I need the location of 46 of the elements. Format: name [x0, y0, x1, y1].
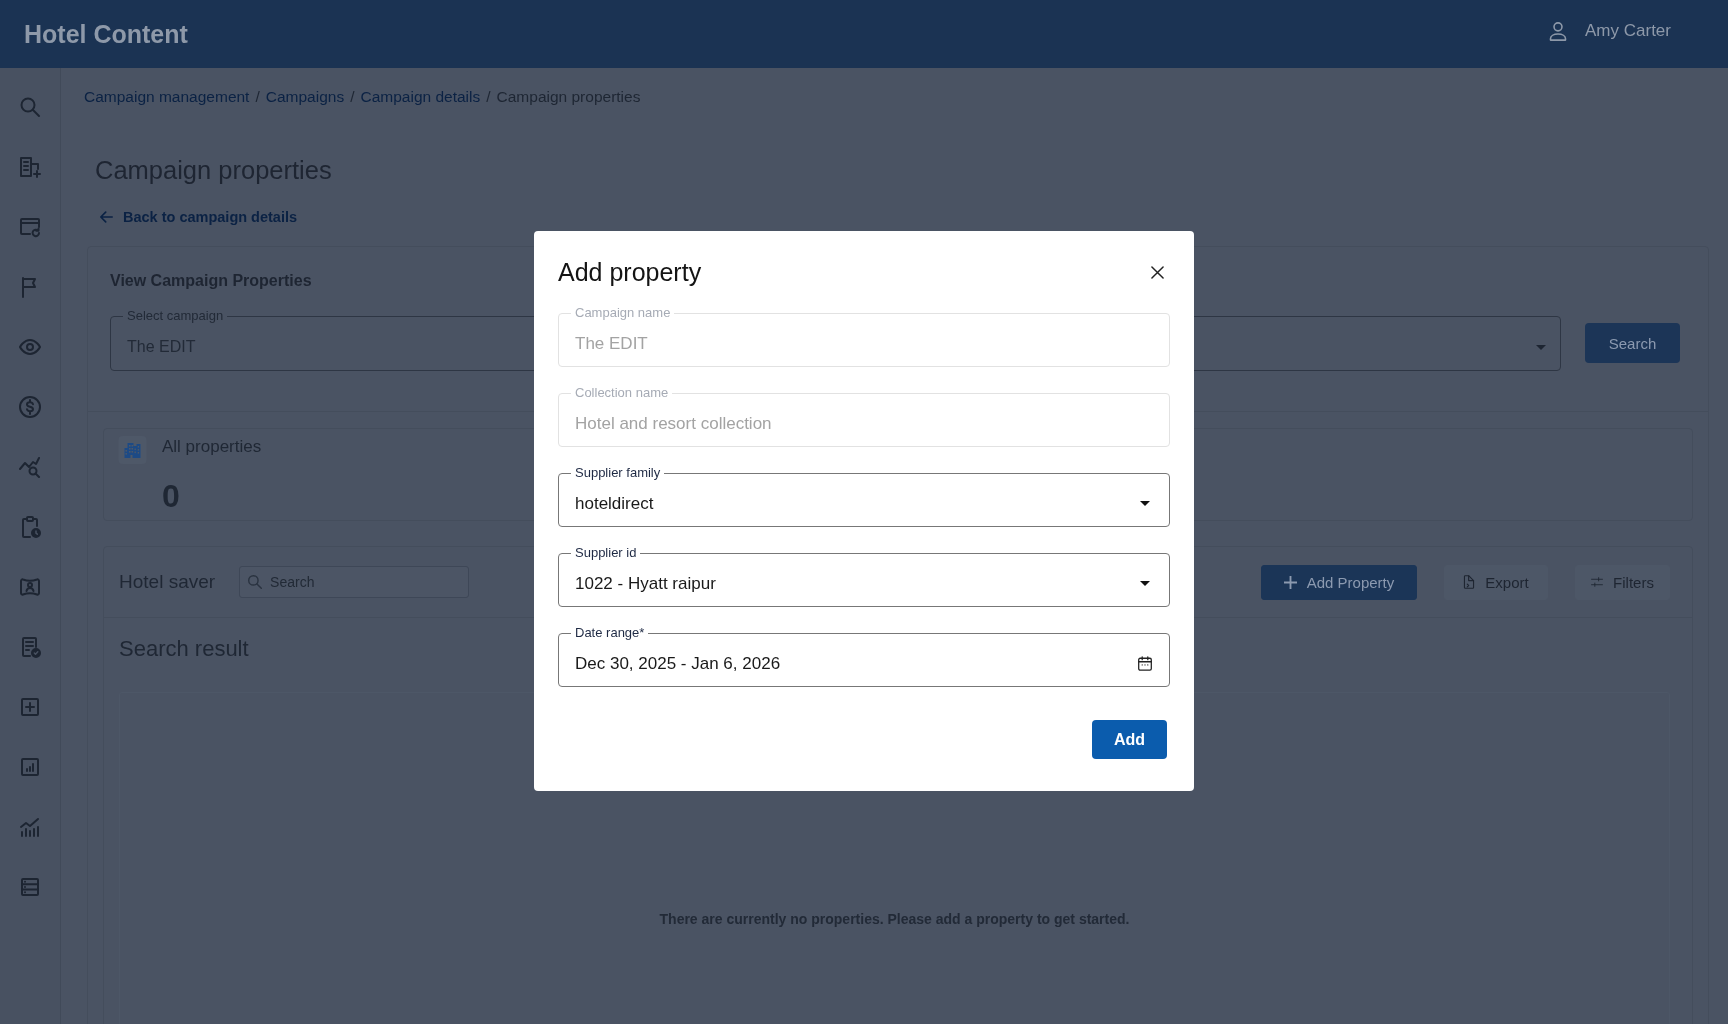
person-frame-icon[interactable] — [19, 576, 41, 598]
breadcrumb-separator: / — [255, 87, 260, 107]
user-name[interactable]: Amy Carter — [1585, 21, 1671, 41]
calendar-icon[interactable] — [1138, 656, 1152, 671]
plus-square-icon[interactable] — [19, 696, 41, 718]
building-plus-icon[interactable] — [19, 156, 41, 178]
breadcrumb-separator: / — [350, 87, 355, 107]
breadcrumb-link[interactable]: Campaign management — [84, 87, 250, 107]
back-link[interactable]: Back to campaign details — [100, 207, 298, 227]
dropdown-field[interactable]: Supplier id 1022 - Hyatt raipur — [558, 545, 1170, 607]
list-icon[interactable] — [19, 876, 41, 898]
user-icon[interactable] — [1549, 21, 1568, 41]
search-icon[interactable] — [19, 96, 41, 118]
breadcrumb-separator: / — [486, 87, 491, 107]
add-property-button[interactable]: Add Property — [1261, 564, 1417, 600]
document-icon — [1463, 575, 1476, 589]
caret-down-icon — [1140, 581, 1150, 586]
document-check-icon[interactable] — [19, 636, 41, 658]
arrow-left-icon — [100, 211, 113, 223]
plus-icon — [1283, 575, 1297, 589]
search-button[interactable]: Search — [1585, 323, 1680, 363]
dropdown-field[interactable]: Supplier family hoteldirect — [558, 465, 1170, 527]
caret-down-icon — [1536, 344, 1546, 350]
dollar-icon[interactable] — [19, 396, 41, 418]
dialog-title: Add property — [558, 257, 702, 287]
eye-icon[interactable] — [19, 336, 41, 358]
caret-down-icon — [1140, 501, 1150, 506]
close-icon — [1151, 265, 1164, 279]
sliders-icon — [1591, 575, 1604, 589]
breadcrumb-link[interactable]: Campaign details — [360, 87, 481, 107]
add-button[interactable]: Add — [1092, 720, 1167, 759]
field-label: Date range* — [574, 625, 646, 641]
clipboard-clock-icon[interactable] — [19, 516, 41, 538]
field-label: Campaign name — [574, 305, 672, 321]
close-button[interactable] — [1151, 265, 1164, 279]
breadcrumb-link[interactable]: Campaigns — [265, 87, 345, 107]
date-field[interactable]: Date range* Dec 30, 2025 - Jan 6, 2026 — [558, 625, 1170, 687]
line-chart-icon[interactable] — [19, 816, 41, 838]
app-title: Hotel Content — [24, 19, 188, 49]
search-icon — [248, 575, 263, 589]
field-label: Supplier id — [574, 545, 638, 561]
field-label: Supplier family — [574, 465, 662, 481]
monitor-refresh-icon[interactable] — [19, 216, 41, 238]
chart-search-icon[interactable] — [19, 456, 41, 478]
bar-chart-icon[interactable] — [19, 756, 41, 778]
field-label: Collection name — [574, 385, 670, 401]
